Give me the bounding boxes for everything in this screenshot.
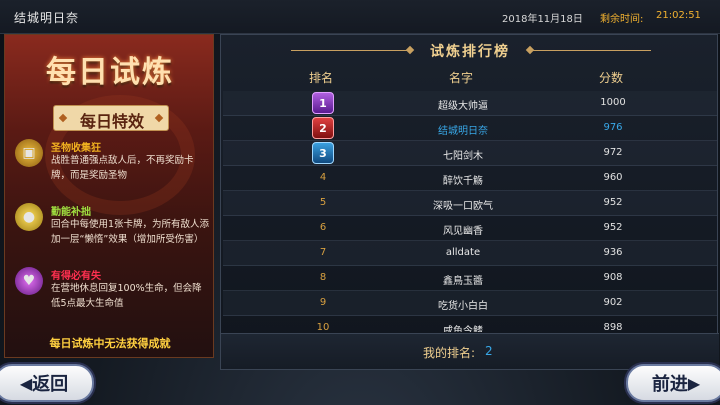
date-text: 2018年11月18日 xyxy=(502,14,583,25)
table-row: 4 醉饮千觞 960 xyxy=(223,166,717,191)
score-cell: 936 xyxy=(603,247,623,258)
divider xyxy=(531,50,651,51)
player-name-cell: 超级大帅逼 xyxy=(438,101,488,112)
score-cell: 972 xyxy=(603,147,623,158)
player-name-cell: 吃货小白白 xyxy=(438,301,488,312)
ranking-panel: 试炼排行榜 排名 名字 分数 1 超级大帅逼 1000 2 结城明日奈 9 7 6 … xyxy=(220,34,719,370)
rank-column-header: 排名 xyxy=(308,71,333,85)
score-cell: 960 xyxy=(603,172,623,183)
daily-trial-title: 每日试炼 xyxy=(46,55,174,90)
daily-effect-header: 每日特效 xyxy=(53,105,169,131)
rank-cell: 6 xyxy=(319,222,327,233)
player-name-cell: 深吸一口欧气 xyxy=(433,201,493,212)
table-row: 5 深吸一口欧气 952 xyxy=(223,191,717,216)
rank-cell: 4 xyxy=(319,172,327,183)
next-button[interactable]: 前进 ▶ xyxy=(626,364,720,402)
gold-medal-icon: 1 xyxy=(312,92,334,114)
player-name-cell: 咸鱼今鳍 xyxy=(443,326,483,332)
effect-name: 勤能补拙 xyxy=(51,207,91,218)
score-cell: 898 xyxy=(603,322,623,332)
remaining-time-label: 剩余时间: xyxy=(600,14,644,25)
player-name: 结城明日奈 xyxy=(14,11,80,25)
score-cell: 976 xyxy=(603,122,623,133)
table-row-me: 2 结城明日奈 976 xyxy=(223,116,717,141)
player-name-cell: 七阳剑木 xyxy=(443,151,483,162)
rank-cell: 5 xyxy=(319,197,327,208)
ranking-list[interactable]: 1 超级大帅逼 1000 2 结城明日奈 976 3 七阳剑木 972 4 醉饮… xyxy=(221,91,719,332)
effect-description: 战胜普通强点敌人后，不再奖励卡牌，而是奖励圣物 xyxy=(51,155,194,181)
top-bar: 结城明日奈 2018年11月18日 剩余时间: 21:02:51 xyxy=(0,0,720,34)
ranking-title: 试炼排行榜 xyxy=(430,44,510,60)
effect-description: 回合中每使用1张卡牌，为所有敌人添加一层“懒惰”效果（增加所受伤害） xyxy=(51,219,210,245)
daily-trial-panel: 每日试炼 每日特效 ▣ 圣物收集狂 战胜普通强点敌人后，不再奖励卡牌，而是奖励圣… xyxy=(4,34,214,358)
effect-name: 有得必有失 xyxy=(51,271,101,282)
effect-description: 在营地休息回复100%生命，但会降低5点最大生命值 xyxy=(51,283,202,309)
gold-coins-icon: ● xyxy=(15,203,43,231)
table-row: 1 超级大帅逼 1000 xyxy=(223,91,717,116)
score-column-header: 分数 xyxy=(598,71,623,85)
effect-name: 圣物收集狂 xyxy=(51,143,101,154)
table-row: 10 咸鱼今鳍 898 xyxy=(223,316,717,332)
table-row: 7 alldate 936 xyxy=(223,241,717,266)
no-achievement-warning: 每日试炼中无法获得成就 xyxy=(49,337,171,350)
arrow-right-icon: ▶ xyxy=(687,373,701,393)
arrow-left-icon: ◀ xyxy=(19,373,33,393)
rank-cell: 10 xyxy=(316,322,330,332)
table-row: 9 吃货小白白 902 xyxy=(223,291,717,316)
ranking-column-headers: 排名 名字 分数 xyxy=(221,69,719,89)
bronze-medal-icon: 3 xyxy=(312,142,334,164)
table-row: 3 七阳剑木 972 xyxy=(223,141,717,166)
name-column-header: 名字 xyxy=(448,71,473,85)
table-row: 6 风见幽香 952 xyxy=(223,216,717,241)
heart-shield-icon: ♥ xyxy=(15,267,43,295)
rank-cell: 8 xyxy=(319,272,327,283)
score-cell: 952 xyxy=(603,197,623,208)
score-cell: 908 xyxy=(603,272,623,283)
score-cell: 1000 xyxy=(600,97,626,108)
treasure-chest-icon: ▣ xyxy=(15,139,43,167)
daily-effect-title: 每日特效 xyxy=(79,112,144,131)
player-name-cell: alldate xyxy=(445,247,481,258)
back-button[interactable]: ◀ 返回 xyxy=(0,364,94,402)
rank-cell: 7 xyxy=(319,247,327,258)
my-rank-label: 我的排名: xyxy=(423,346,476,360)
player-name-cell: 结城明日奈 xyxy=(438,126,488,137)
next-button-label: 前进 xyxy=(651,374,688,395)
score-cell: 952 xyxy=(603,222,623,233)
ranking-header: 试炼排行榜 xyxy=(221,39,719,61)
silver-medal-icon: 2 xyxy=(312,117,334,139)
back-button-label: 返回 xyxy=(32,374,69,395)
my-rank-value: 2 xyxy=(485,344,493,358)
player-name-cell: 醉饮千觞 xyxy=(443,176,483,187)
remaining-time-value: 21:02:51 xyxy=(656,10,701,21)
score-cell: 902 xyxy=(603,297,623,308)
table-row: 8 鑫鳥玉醬 908 xyxy=(223,266,717,291)
rank-cell: 9 xyxy=(319,297,327,308)
player-name-cell: 鑫鳥玉醬 xyxy=(443,276,483,287)
player-name-cell: 风见幽香 xyxy=(443,226,483,237)
